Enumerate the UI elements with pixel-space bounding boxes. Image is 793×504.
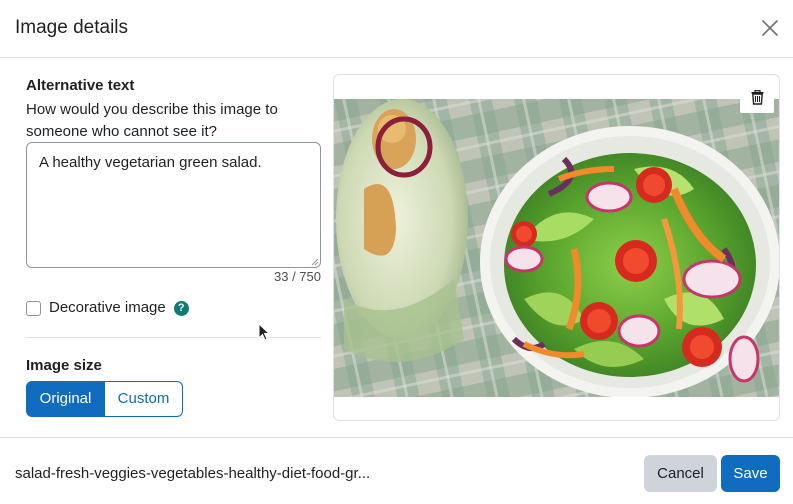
decorative-image-label[interactable]: Decorative image — [49, 298, 166, 318]
delete-image-button[interactable] — [740, 81, 774, 113]
close-button[interactable] — [758, 16, 782, 40]
close-icon — [762, 20, 778, 36]
dialog-title: Image details — [15, 17, 129, 38]
save-button[interactable]: Save — [721, 455, 780, 492]
alt-text-help: How would you describe this image to som… — [26, 101, 278, 140]
image-size-toggle: Original Custom — [26, 381, 183, 417]
dialog-header: Image details — [0, 0, 793, 58]
resize-handle[interactable] — [311, 258, 319, 266]
alt-text-label: Alternative text — [26, 77, 135, 94]
dialog-footer: salad-fresh-veggies-vegetables-healthy-d… — [0, 437, 793, 504]
help-icon[interactable]: ? — [173, 300, 189, 316]
cancel-button[interactable]: Cancel — [644, 455, 717, 492]
image-preview — [333, 74, 780, 421]
trash-icon — [751, 89, 763, 105]
section-divider — [26, 337, 321, 338]
image-details-dialog: Image details Alternative text How would… — [0, 0, 793, 504]
image-size-label: Image size — [26, 357, 102, 374]
character-count: 33 / 750 — [274, 269, 321, 284]
salad-image — [334, 99, 779, 397]
decorative-image-row: Decorative image ? — [26, 298, 189, 318]
size-custom-button[interactable]: Custom — [105, 381, 183, 417]
size-original-button[interactable]: Original — [26, 381, 105, 417]
image-filename: salad-fresh-veggies-vegetables-healthy-d… — [15, 465, 371, 482]
alt-text-input[interactable]: A healthy vegetarian green salad. — [26, 142, 321, 268]
decorative-image-checkbox[interactable] — [26, 300, 41, 316]
mouse-cursor-icon — [258, 323, 270, 341]
